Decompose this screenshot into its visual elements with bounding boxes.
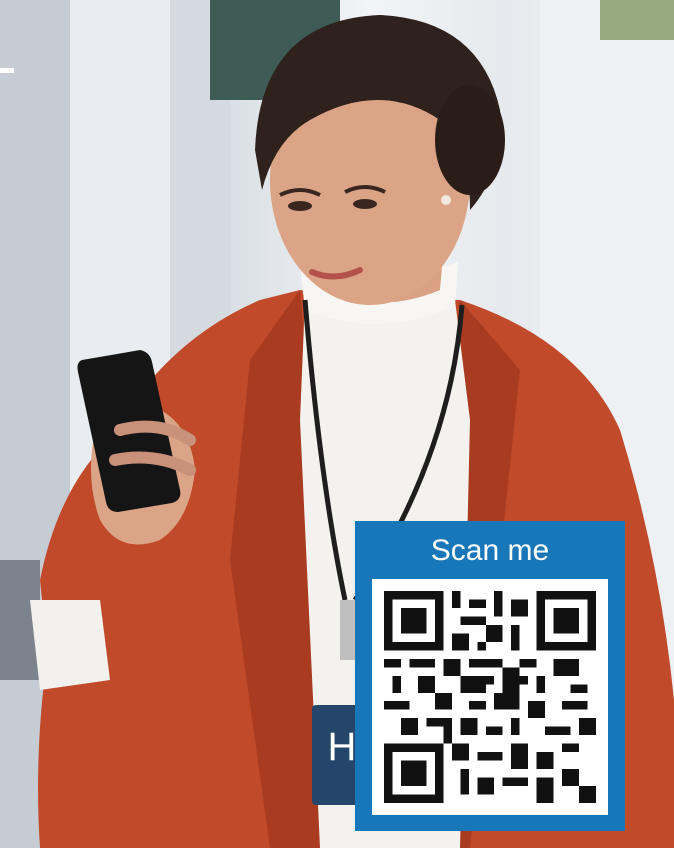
svg-text:H: H xyxy=(328,725,357,769)
white-dash-mark xyxy=(0,68,14,73)
qr-code-frame[interactable] xyxy=(372,579,608,815)
photo-stage: H Scan me xyxy=(0,0,674,848)
qr-label: Scan me xyxy=(430,534,550,567)
qr-card[interactable]: Scan me xyxy=(355,521,625,831)
qr-code-icon xyxy=(384,591,596,803)
